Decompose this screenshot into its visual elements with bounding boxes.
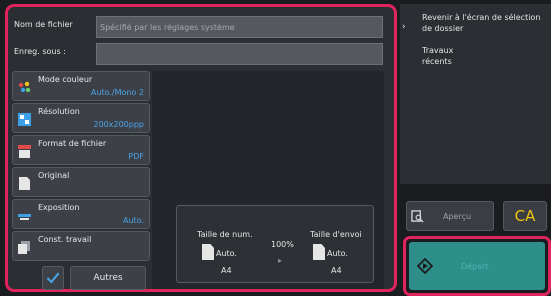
scan-size-paper: A4 <box>221 266 232 275</box>
menu-value-exposure: Auto. <box>123 216 144 225</box>
chevron-right-icon: › <box>402 22 406 32</box>
recent-jobs-label: Travaux récents <box>422 46 454 66</box>
size-summary[interactable]: Taille de num. Auto. A4 100% ▸ Taille d'… <box>176 205 374 283</box>
exposure-icon <box>18 214 31 220</box>
send-size-mode: Auto. <box>327 249 348 258</box>
menu-value-file-format: PDF <box>128 152 144 161</box>
menu-label-original: Original <box>38 171 70 180</box>
others-button[interactable]: Autres <box>70 266 146 290</box>
arrow-right-icon: ▸ <box>278 256 283 265</box>
menu-label-resolution: Résolution <box>38 107 80 116</box>
filename-label: Nom de fichier <box>14 20 73 29</box>
menu-item-color-mode[interactable]: Mode couleur Auto./Mono 2 <box>12 71 150 101</box>
menu-label-file-format: Format de fichier <box>38 139 107 148</box>
send-size-label: Taille d'envoi <box>310 230 362 239</box>
file-format-icon <box>18 145 31 158</box>
right-panel: Revenir à l'écran de sélection de dossie… <box>400 4 551 296</box>
back-to-folder-label: Revenir à l'écran de sélection de dossie… <box>422 13 541 33</box>
ratio-value: 100% <box>271 240 294 249</box>
menu-item-resolution[interactable]: Résolution 200x200ppp <box>12 103 150 133</box>
preview-button[interactable]: Aperçu <box>406 201 494 231</box>
send-size-paper: A4 <box>331 266 342 275</box>
start-button[interactable]: Départ <box>409 242 545 290</box>
filename-row: Nom de fichier Spécifié par les réglages… <box>12 14 392 40</box>
menu-label-color-mode: Mode couleur <box>38 75 93 84</box>
filename-placeholder: Spécifié par les réglages système <box>100 23 235 32</box>
menu-item-job-build[interactable]: Const. travail <box>12 231 150 261</box>
start-button-frame: Départ <box>403 236 551 296</box>
job-build-icon <box>18 241 30 254</box>
preview-icon <box>411 210 424 223</box>
menu-label-job-build: Const. travail <box>38 235 92 244</box>
preview-label: Aperçu <box>443 212 472 221</box>
menu-label-exposure: Exposition <box>38 203 80 212</box>
save-as-label: Enreg. sous : <box>14 47 66 56</box>
settings-menu: Mode couleur Auto./Mono 2 Résolution 200… <box>12 71 150 289</box>
ca-label: CA <box>514 207 536 225</box>
scan-paper-icon <box>202 244 214 260</box>
menu-value-color-mode: Auto./Mono 2 <box>90 88 144 97</box>
resolution-icon <box>18 113 31 126</box>
filename-field[interactable]: Spécifié par les réglages système <box>96 16 383 38</box>
start-label: Départ <box>461 262 489 271</box>
back-to-folder-button[interactable]: Revenir à l'écran de sélection de dossie… <box>414 4 551 36</box>
send-paper-icon <box>313 244 325 260</box>
menu-item-exposure[interactable]: Exposition Auto. <box>12 199 150 229</box>
check-button[interactable] <box>42 266 64 290</box>
color-mode-icon <box>18 81 31 93</box>
scan-size-mode: Auto. <box>216 249 237 258</box>
menu-item-file-format[interactable]: Format de fichier PDF <box>12 135 150 165</box>
start-diamond-icon <box>417 258 433 274</box>
recent-jobs-panel[interactable]: Travaux récents <box>414 38 551 184</box>
save-as-field[interactable] <box>96 43 383 65</box>
ca-button[interactable]: CA <box>503 201 547 231</box>
check-icon <box>46 272 60 284</box>
menu-value-resolution: 200x200ppp <box>93 120 144 129</box>
original-icon <box>19 177 30 190</box>
save-as-row: Enreg. sous : <box>12 41 392 67</box>
menu-item-original[interactable]: Original <box>12 167 150 197</box>
scan-size-label: Taille de num. <box>197 230 253 239</box>
